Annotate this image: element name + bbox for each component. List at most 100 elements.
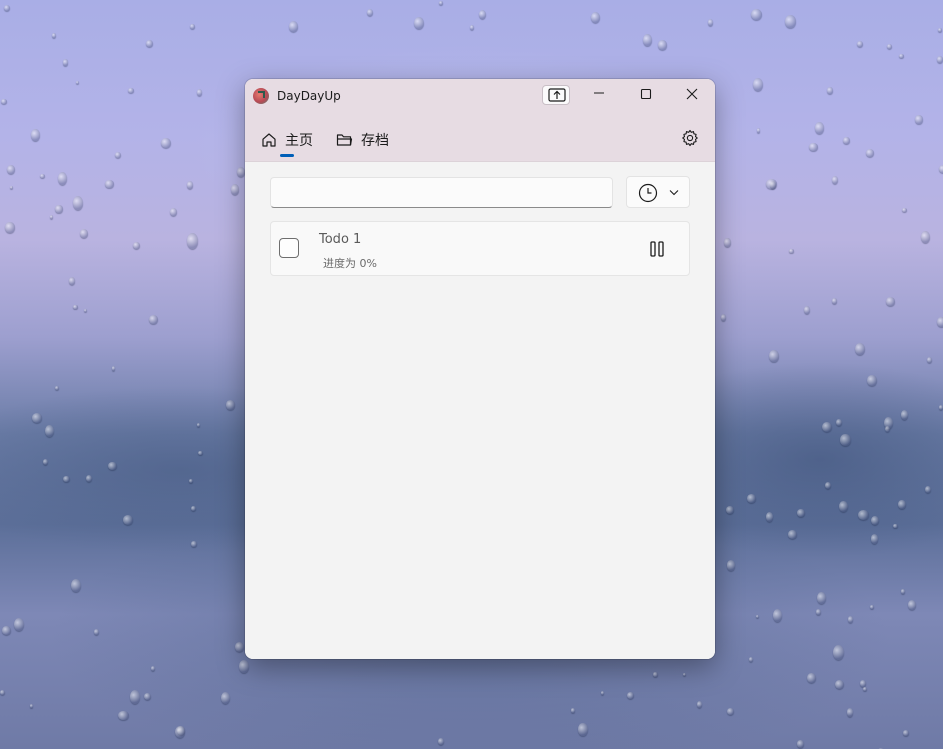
raindrop xyxy=(939,405,943,410)
raindrop xyxy=(804,305,811,314)
tab-archive[interactable]: 存档 xyxy=(336,129,389,151)
pause-button[interactable] xyxy=(643,239,671,259)
raindrop xyxy=(414,16,425,30)
raindrop xyxy=(75,81,80,85)
raindrop xyxy=(925,485,932,494)
raindrop xyxy=(133,242,141,249)
raindrop xyxy=(220,692,231,704)
raindrop xyxy=(175,725,186,738)
gear-icon xyxy=(682,129,698,147)
raindrop xyxy=(230,183,240,195)
todo-complete-checkbox[interactable] xyxy=(279,238,299,258)
raindrop xyxy=(51,33,56,38)
raindrop xyxy=(927,357,933,364)
raindrop xyxy=(915,114,923,124)
raindrop xyxy=(900,410,909,421)
raindrop xyxy=(143,693,151,700)
raindrop xyxy=(721,314,727,321)
raindrop xyxy=(854,342,865,355)
raindrop xyxy=(151,666,156,671)
todo-progress-text: 进度为 0% xyxy=(323,257,377,270)
raindrop xyxy=(188,479,193,483)
raindrop xyxy=(884,425,891,433)
raindrop xyxy=(869,604,874,610)
pin-window-icon xyxy=(548,88,566,102)
raindrop xyxy=(832,645,844,661)
raindrop xyxy=(86,475,93,483)
raindrop xyxy=(886,297,895,307)
close-button[interactable] xyxy=(669,79,715,109)
raindrop xyxy=(773,609,783,622)
raindrop xyxy=(870,534,879,544)
sort-by-time-dropdown[interactable] xyxy=(626,176,690,208)
raindrop xyxy=(590,11,601,24)
raindrop xyxy=(937,56,943,63)
todo-title: Todo 1 xyxy=(319,232,362,247)
todo-input[interactable] xyxy=(270,177,613,208)
raindrop xyxy=(196,88,203,96)
raindrop xyxy=(114,151,122,159)
raindrop xyxy=(797,740,804,748)
minimize-icon xyxy=(594,92,604,94)
raindrop xyxy=(857,41,864,48)
raindrop xyxy=(439,0,444,5)
raindrop xyxy=(755,614,760,619)
raindrop xyxy=(814,122,825,135)
raindrop xyxy=(822,421,833,433)
raindrop xyxy=(190,24,195,30)
raindrop xyxy=(578,722,588,736)
maximize-icon xyxy=(640,88,652,100)
raindrop xyxy=(0,689,6,695)
raindrop xyxy=(190,505,196,512)
tab-home[interactable]: 主页 xyxy=(261,129,313,151)
raindrop xyxy=(867,375,877,386)
settings-button[interactable] xyxy=(681,129,699,147)
raindrop xyxy=(839,501,848,513)
raindrop xyxy=(752,77,764,92)
raindrop xyxy=(149,315,158,325)
raindrop xyxy=(238,660,249,673)
raindrop xyxy=(886,44,892,50)
raindrop xyxy=(111,366,115,371)
raindrop xyxy=(765,511,774,523)
raindrop xyxy=(846,707,854,717)
raindrop xyxy=(749,657,754,663)
pin-on-top-button[interactable] xyxy=(542,85,570,105)
folder-icon xyxy=(336,134,353,146)
raindrop xyxy=(55,386,60,391)
raindrop xyxy=(478,9,487,20)
tab-home-label: 主页 xyxy=(285,133,313,149)
raindrop xyxy=(186,181,194,189)
raindrop xyxy=(847,615,854,623)
raindrop xyxy=(93,629,100,635)
raindrop xyxy=(751,8,763,20)
pause-icon xyxy=(650,241,664,257)
raindrop xyxy=(827,86,833,95)
raindrop xyxy=(642,34,652,47)
raindrop xyxy=(31,413,43,423)
raindrop xyxy=(187,233,199,249)
raindrop xyxy=(727,708,735,716)
raindrop xyxy=(62,59,69,66)
raindrop xyxy=(898,499,906,510)
raindrop xyxy=(169,208,178,217)
raindrop xyxy=(939,164,943,173)
maximize-button[interactable] xyxy=(623,79,669,109)
raindrop xyxy=(13,617,24,632)
raindrop xyxy=(893,524,898,529)
raindrop xyxy=(600,690,604,695)
raindrop xyxy=(55,204,63,214)
minimize-button[interactable] xyxy=(576,79,622,109)
raindrop xyxy=(863,687,867,692)
raindrop xyxy=(920,230,930,243)
desktop-wallpaper: DayDayUp 主页 存档 Todo 1 进度为 0% xyxy=(0,0,943,749)
raindrop xyxy=(118,710,129,721)
raindrop xyxy=(107,461,117,471)
raindrop xyxy=(6,164,15,175)
raindrop xyxy=(797,509,805,517)
navigation-bar: 主页 存档 xyxy=(245,115,715,162)
todo-item[interactable]: Todo 1 进度为 0% xyxy=(270,221,690,276)
raindrop xyxy=(129,690,140,705)
raindrop xyxy=(3,4,11,11)
title-bar[interactable]: DayDayUp xyxy=(245,79,715,115)
